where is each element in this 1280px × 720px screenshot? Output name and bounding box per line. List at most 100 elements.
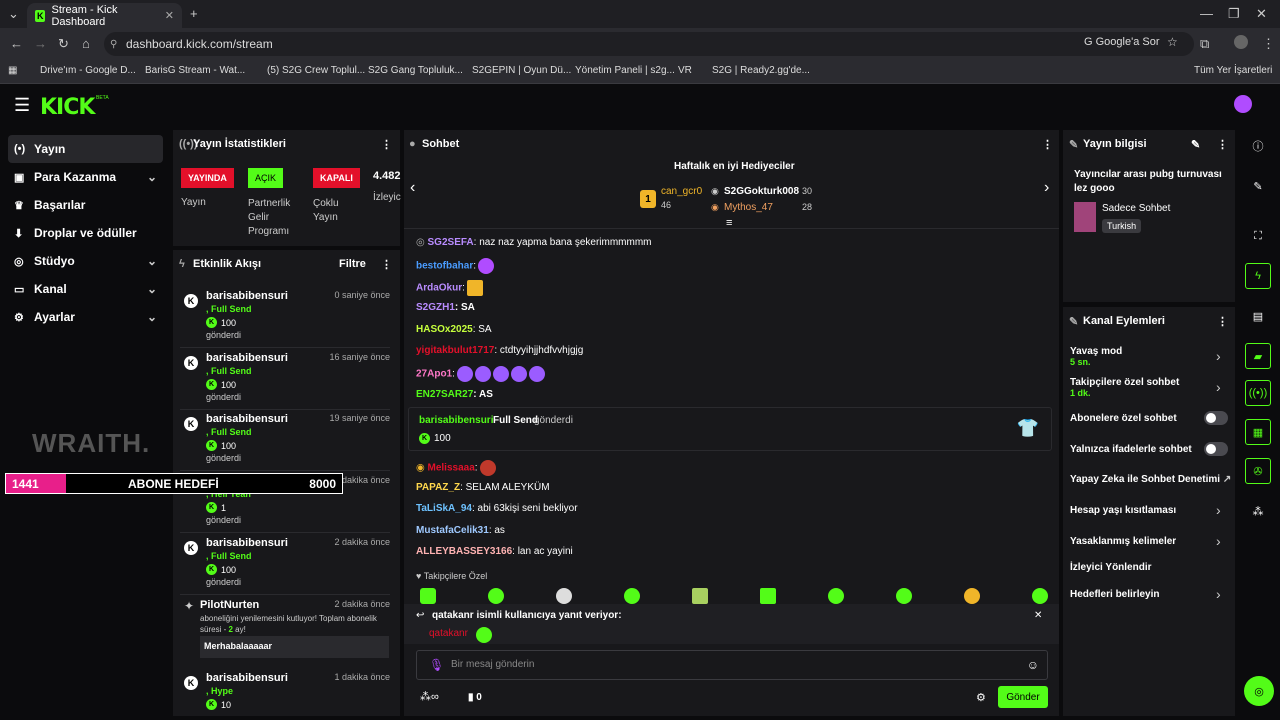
minimize-icon[interactable]: — [1200, 6, 1213, 21]
home-icon[interactable]: ⌂ [82, 36, 90, 51]
stream-info-menu-icon[interactable]: ⋮ [1217, 138, 1228, 151]
send-button[interactable]: Gönder [998, 686, 1048, 708]
chat-user[interactable]: S2GZH1 [416, 302, 455, 313]
bookmark-1[interactable]: Drive'ım - Google D... [40, 65, 136, 76]
emote-icon[interactable] [760, 588, 776, 604]
chevron-right-icon[interactable]: › [1216, 533, 1221, 549]
chat-icon[interactable]: ▰ [1245, 343, 1271, 369]
gifter-name[interactable]: S2GGokturk008 [724, 186, 799, 197]
tag-chip[interactable]: Turkish [1102, 219, 1142, 233]
chat-input[interactable]: 🎙 Bir mesaj gönderin ☺ [416, 650, 1048, 680]
prev-arrow-icon[interactable]: ‹ [410, 179, 415, 197]
bookmark-5[interactable]: S2GEPIN | Oyun Dü... [472, 65, 571, 76]
chat-user[interactable]: MustafaCelik31 [416, 525, 489, 536]
event-user[interactable]: barisabibensuri [206, 672, 288, 684]
emoji-icon[interactable]: ☺ [1027, 658, 1039, 672]
expand-icon[interactable]: ≡ [726, 217, 732, 229]
profile-avatar[interactable] [1234, 35, 1248, 49]
site-info-icon[interactable]: ⚲ [110, 39, 117, 50]
gift-user[interactable]: barisabibensuri [419, 415, 493, 426]
emote-icon[interactable] [692, 588, 708, 604]
filter-button[interactable]: Filtre [339, 258, 366, 270]
emote-icon[interactable] [828, 588, 844, 604]
event-user[interactable]: barisabibensuri [206, 413, 288, 425]
subs-only-toggle[interactable] [1204, 411, 1228, 425]
lightning-icon[interactable]: ϟ [1245, 263, 1271, 289]
event-user[interactable]: barisabibensuri [206, 290, 288, 302]
activity-menu-icon[interactable]: ⋮ [381, 258, 392, 271]
new-tab-icon[interactable]: + [190, 6, 198, 21]
ai-moderation-action[interactable]: Yapay Zeka ile Sohbet Denetimi ↗ [1070, 474, 1231, 485]
raid-action[interactable]: İzleyici Yönlendir [1070, 562, 1152, 573]
forward-icon[interactable]: → [34, 36, 47, 51]
fullscreen-icon[interactable]: ⛶ [1245, 223, 1271, 249]
emote-icon[interactable] [488, 588, 504, 604]
all-bookmarks[interactable]: Tüm Yer İşaretleri [1194, 65, 1272, 76]
tab-search-icon[interactable]: ⌄ [8, 6, 19, 22]
hamburger-icon[interactable]: ☰ [14, 95, 30, 116]
emote-icon[interactable] [624, 588, 640, 604]
user-avatar[interactable] [1234, 95, 1252, 113]
goals-action[interactable]: Hedefleri belirleyin [1070, 589, 1159, 600]
chat-user[interactable]: PAPAZ_Z [416, 482, 460, 493]
chevron-right-icon[interactable]: › [1216, 586, 1221, 602]
kick-logo[interactable]: KICK [40, 95, 95, 120]
chat-user[interactable]: ALLEYBASSEY3166 [416, 546, 512, 557]
emote-icon[interactable] [964, 588, 980, 604]
info-icon[interactable]: ⓘ [1245, 133, 1271, 159]
apps-icon[interactable]: ⁂ [1245, 498, 1271, 524]
stats-menu-icon[interactable]: ⋮ [381, 138, 392, 151]
emote-icon[interactable] [896, 588, 912, 604]
sidebar-item-ayarlar[interactable]: ⚙ Ayarlar ⌄ [8, 303, 163, 331]
chat-user[interactable]: Melissaaa [428, 463, 475, 474]
bookmark-4[interactable]: S2G Gang Topluluk... [368, 65, 463, 76]
help-icon[interactable]: ◎ [1244, 676, 1274, 706]
bookmark-6[interactable]: Yönetim Paneli | s2g... [575, 65, 675, 76]
sidebar-item-yayin[interactable]: (•) Yayın [8, 135, 163, 163]
chat-user[interactable]: EN27SAR27 [416, 389, 473, 400]
emote-only-toggle[interactable] [1204, 442, 1228, 456]
menu-icon[interactable]: ⋮ [1262, 36, 1275, 52]
extensions-icon[interactable]: ⧉ [1200, 36, 1209, 52]
broadcast-icon[interactable]: ((•)) [1245, 380, 1271, 406]
chevron-right-icon[interactable]: › [1216, 502, 1221, 518]
chat-settings-icon[interactable]: ⚙ [976, 691, 986, 704]
edit-icon[interactable]: ✎ [1245, 173, 1271, 199]
clipboard-icon[interactable]: ▤ [1245, 303, 1271, 329]
reload-icon[interactable]: ↻ [58, 36, 69, 52]
followers-only-action[interactable]: Takipçilere özel sohbet 1 dk. [1070, 377, 1179, 398]
bookmark-8[interactable]: S2G | Ready2.gg'de... [712, 65, 810, 76]
chat-user[interactable]: ArdaOkur [416, 283, 462, 294]
emote-icon[interactable] [1032, 588, 1048, 604]
emote-icon[interactable] [420, 588, 436, 604]
chat-user[interactable]: SG2SEFA [428, 237, 474, 248]
chat-user[interactable]: bestofbahar [416, 261, 473, 272]
restore-icon[interactable]: ❐ [1228, 6, 1240, 22]
account-age-action[interactable]: Hesap yaşı kısıtlaması [1070, 505, 1176, 516]
close-reply-icon[interactable]: ✕ [1034, 610, 1042, 621]
emote-icon[interactable] [556, 588, 572, 604]
bookmark-star-icon[interactable]: ☆ [1167, 35, 1178, 49]
banned-words-action[interactable]: Yasaklanmış kelimeler [1070, 536, 1176, 547]
slow-mode-action[interactable]: Yavaş mod 5 sn. [1070, 346, 1122, 367]
event-user[interactable]: barisabibensuri [206, 352, 288, 364]
chevron-right-icon[interactable]: › [1216, 379, 1221, 395]
edit-icon[interactable]: ✎ [1191, 138, 1200, 151]
google-ask-button[interactable]: G Google'a Sor [1084, 36, 1160, 48]
url-input[interactable]: ⚲ dashboard.kick.com/stream G Google'a S… [104, 32, 1194, 56]
gifter-name[interactable]: Mythos_47 [724, 202, 773, 213]
chat-menu-icon[interactable]: ⋮ [1042, 138, 1053, 151]
event-user[interactable]: PilotNurten [200, 599, 259, 611]
sidebar-item-studyo[interactable]: ◎ Stüdyo ⌄ [8, 247, 163, 275]
sidebar-item-droplar[interactable]: ⬇ Droplar ve ödüller [8, 219, 163, 247]
close-window-icon[interactable]: ✕ [1256, 6, 1267, 22]
chat-user[interactable]: yigitakbulut1717 [416, 345, 494, 356]
close-tab-icon[interactable]: ✕ [165, 9, 174, 22]
chat-user[interactable]: HASOx2025 [416, 324, 473, 335]
sidebar-item-basarilar[interactable]: ♛ Başarılar [8, 191, 163, 219]
bookmark-7[interactable]: VR [678, 65, 692, 76]
back-icon[interactable]: ← [10, 36, 23, 51]
bookmark-2[interactable]: BarisG Stream - Wat... [145, 65, 245, 76]
layout-icon[interactable]: ▦ [1245, 419, 1271, 445]
chat-user[interactable]: TaLiSkA_94 [416, 503, 472, 514]
